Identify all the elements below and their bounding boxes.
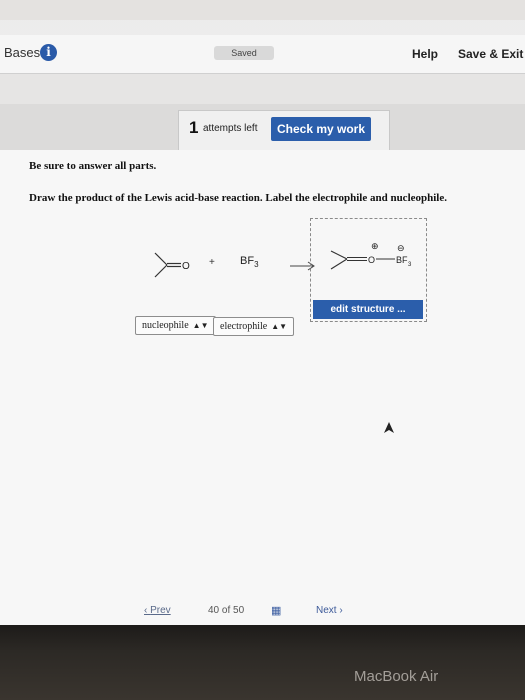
reactant-oxygen: O: [182, 261, 190, 272]
next-link[interactable]: Next ›: [316, 605, 343, 616]
product-boron: BF: [396, 255, 408, 265]
laptop-bezel: MacBook Air: [0, 625, 525, 700]
attempts-panel: 1 attempts left Check my work: [178, 110, 390, 151]
electrophile-select-value: electrophile: [220, 321, 268, 332]
select-arrows-icon: ▲▼: [271, 322, 288, 331]
electrophile-select[interactable]: electrophile ▲▼: [213, 317, 295, 336]
top-bar: Bases i Saved Help Save & Exit: [0, 35, 525, 74]
boron-trifluoride: BF3: [240, 255, 259, 270]
top-area: [0, 0, 525, 20]
assignment-title: Bases: [4, 45, 41, 60]
save-exit-link[interactable]: Save & Exit: [458, 47, 523, 61]
acetone-structure: O: [154, 252, 190, 278]
product-oxygen: O: [368, 255, 375, 265]
attempts-count: 1: [189, 118, 199, 137]
help-link[interactable]: Help: [412, 47, 438, 61]
pagination: ‹ Prev 40 of 50 ▦ Next ›: [140, 605, 390, 625]
product-boron-subscript: 3: [408, 262, 412, 268]
instruction-answer-all: Be sure to answer all parts.: [29, 160, 157, 172]
page-indicator: 40 of 50: [208, 605, 245, 616]
nucleophile-select[interactable]: nucleophile ▲▼: [135, 316, 216, 335]
question-content: Be sure to answer all parts. Draw the pr…: [0, 150, 525, 625]
plus-sign: +: [209, 257, 215, 268]
check-my-work-button[interactable]: Check my work: [271, 117, 371, 141]
select-arrows-icon: ▲▼: [192, 321, 209, 330]
negative-charge-icon: ⊖: [397, 244, 405, 254]
edit-structure-button[interactable]: edit structure ...: [313, 300, 423, 319]
prev-link[interactable]: ‹ Prev: [144, 605, 171, 616]
device-label: MacBook Air: [354, 668, 439, 685]
nucleophile-select-value: nucleophile: [142, 320, 189, 331]
info-icon[interactable]: i: [40, 44, 57, 61]
spacer: [0, 74, 525, 104]
mouse-cursor-icon: [384, 422, 394, 433]
screen: Bases i Saved Help Save & Exit 1 attempt…: [0, 0, 525, 625]
question-grid-icon[interactable]: ▦: [271, 604, 281, 617]
positive-charge-icon: ⊕: [371, 242, 379, 252]
product-structure: O ⊕ BF 3 ⊖: [330, 242, 412, 270]
attempts-label: attempts left: [203, 123, 258, 134]
instruction-draw-product: Draw the product of the Lewis acid-base …: [29, 192, 447, 204]
saved-status: Saved: [214, 46, 274, 60]
